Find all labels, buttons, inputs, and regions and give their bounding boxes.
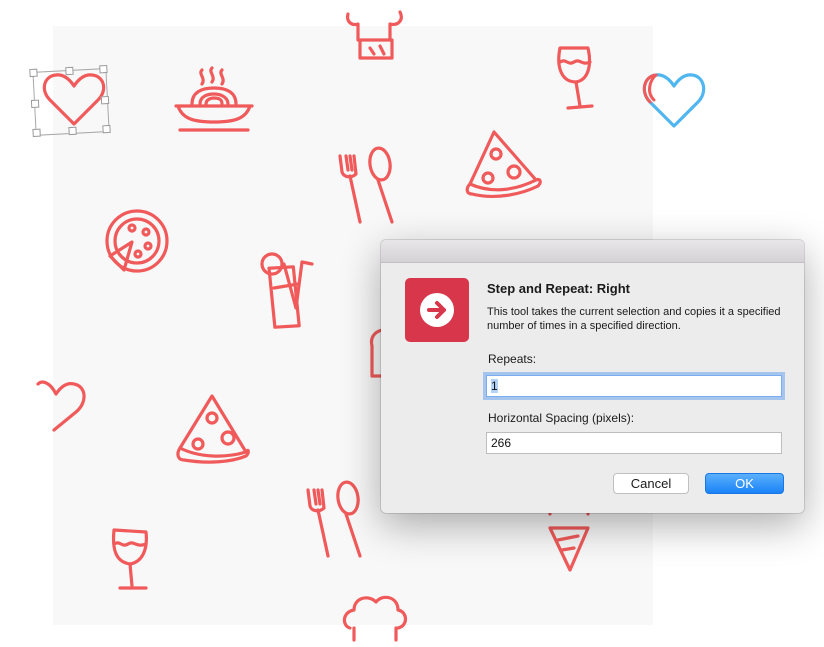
repeats-input[interactable]: 1 bbox=[486, 375, 782, 397]
wine-glass-icon bbox=[111, 528, 148, 590]
pasta-bowl-icon bbox=[174, 66, 254, 132]
resize-handle[interactable] bbox=[100, 95, 110, 105]
horizontal-spacing-input[interactable]: 266 bbox=[486, 432, 782, 454]
arrow-right-circle-icon bbox=[405, 278, 469, 342]
horizontal-spacing-value: 266 bbox=[491, 436, 512, 450]
horizontal-spacing-label: Horizontal Spacing (pixels): bbox=[488, 411, 635, 425]
wine-glass-icon bbox=[557, 46, 594, 110]
repeats-label: Repeats: bbox=[488, 352, 537, 366]
heart-icon bbox=[36, 380, 86, 432]
resize-handle[interactable] bbox=[99, 65, 108, 74]
resize-handle[interactable] bbox=[32, 128, 41, 137]
design-canvas[interactable]: Step and Repeat: Right This tool takes t… bbox=[0, 0, 824, 647]
dialog-title: Step and Repeat: Right bbox=[487, 281, 631, 296]
resize-handle[interactable] bbox=[68, 126, 77, 136]
dialog-description: This tool takes the current selection an… bbox=[487, 306, 781, 332]
fork-spoon-icon bbox=[306, 480, 362, 558]
cancel-button[interactable]: Cancel bbox=[613, 473, 689, 494]
resize-handle[interactable] bbox=[65, 66, 74, 76]
pizza-slice-icon bbox=[465, 130, 542, 198]
pizza-slice-icon bbox=[176, 394, 250, 464]
drink-glass-icon bbox=[260, 252, 314, 329]
ok-button[interactable]: OK bbox=[705, 473, 784, 494]
dialog-titlebar[interactable] bbox=[381, 240, 804, 263]
resize-handle[interactable] bbox=[29, 68, 38, 78]
resize-handle[interactable] bbox=[30, 99, 40, 109]
heart-icon bbox=[642, 73, 706, 128]
chef-hat-icon bbox=[346, 10, 403, 60]
selection-box[interactable] bbox=[29, 65, 111, 137]
fork-spoon-icon bbox=[338, 146, 394, 224]
pizza-icon bbox=[105, 209, 169, 273]
chef-hat-icon bbox=[342, 595, 408, 642]
repeats-value: 1 bbox=[491, 379, 498, 393]
step-and-repeat-dialog: Step and Repeat: Right This tool takes t… bbox=[381, 240, 804, 513]
resize-handle[interactable] bbox=[102, 124, 111, 134]
